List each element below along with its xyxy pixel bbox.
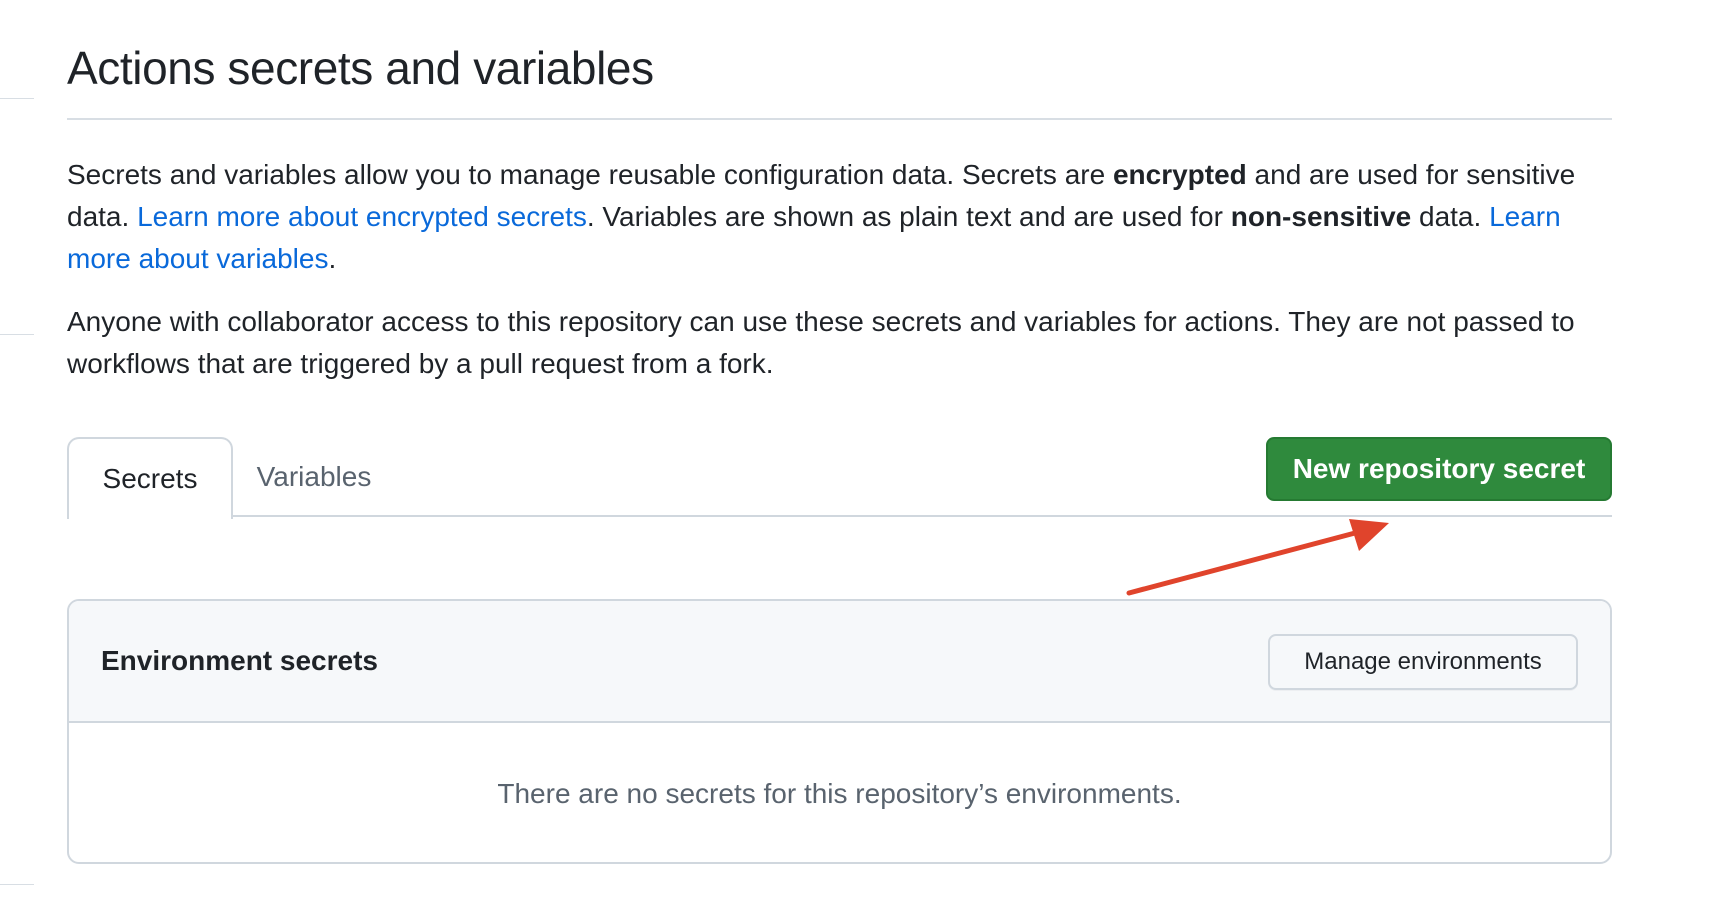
tab-variables[interactable]: Variables [233, 437, 395, 517]
annotation-arrow [1126, 519, 1389, 596]
description-text: . Variables are shown as plain text and … [586, 201, 1231, 232]
new-repository-secret-button[interactable]: New repository secret [1266, 437, 1612, 501]
tab-secrets[interactable]: Secrets [67, 437, 233, 519]
description-text: data. [1411, 201, 1490, 232]
page-title: Actions secrets and variables [67, 42, 654, 94]
description-bold-non-sensitive: non-sensitive [1230, 201, 1412, 232]
manage-environments-button[interactable]: Manage environments [1268, 634, 1578, 690]
title-divider [67, 118, 1612, 120]
environment-secrets-header: Environment secrets Manage environments [69, 601, 1610, 723]
environment-secrets-title: Environment secrets [101, 645, 378, 676]
environment-secrets-empty-state: There are no secrets for this repository… [497, 777, 1182, 809]
sidebar-divider [0, 334, 34, 335]
environment-secrets-panel: Environment secrets Manage environments … [67, 599, 1612, 864]
description-paragraph: Secrets and variables allow you to manag… [67, 154, 1612, 280]
description-text: Secrets and variables allow you to manag… [67, 159, 1113, 190]
tabs-bar: Secrets Variables New repository secret [67, 437, 1612, 519]
sidebar-divider [0, 98, 34, 99]
description-text: . [328, 243, 337, 274]
description-bold-encrypted: encrypted [1112, 159, 1247, 190]
sidebar-divider [0, 884, 34, 885]
learn-more-secrets-link[interactable]: Learn more about encrypted secrets [137, 201, 587, 232]
collaborator-note: Anyone with collaborator access to this … [67, 306, 1575, 379]
